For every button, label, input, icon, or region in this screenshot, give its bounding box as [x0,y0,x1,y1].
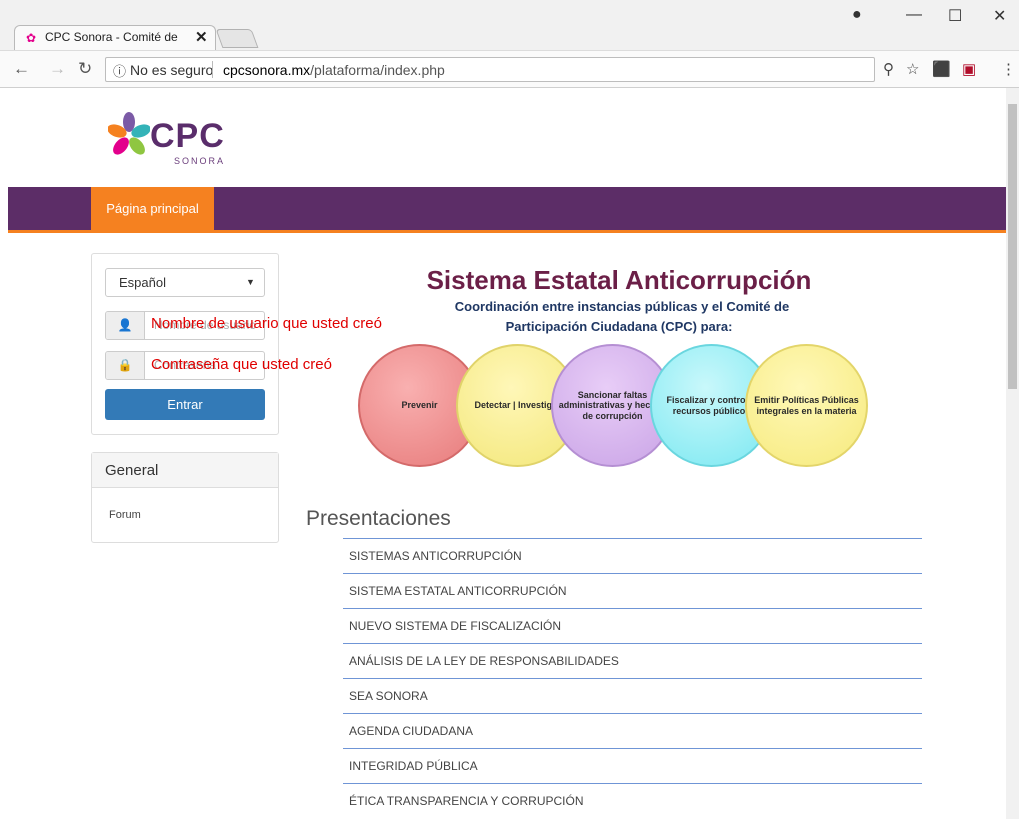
tab-title: CPC Sonora - Comité de [45,30,178,44]
presentation-item[interactable]: INTEGRIDAD PÚBLICA [343,748,922,782]
presentation-link[interactable]: SEA SONORA [349,689,428,703]
presentations-title: Presentaciones [306,507,451,530]
logo-petals-icon [108,112,150,155]
general-title: General [105,462,159,479]
extension-icon[interactable]: ▣ [962,60,976,78]
presentation-link[interactable]: AGENDA CIUDADANA [349,724,473,738]
presentation-link[interactable]: SISTEMA ESTATAL ANTICORRUPCIÓN [349,584,567,598]
zoom-icon[interactable]: ⚲ [883,60,894,78]
new-tab-button[interactable] [215,29,259,48]
presentation-item[interactable]: ÉTICA TRANSPARENCIA Y CORRUPCIÓN [343,783,922,817]
scrollbar-thumb[interactable] [1008,104,1017,389]
logo-subtext: SONORA [174,156,226,166]
banner-subtitle-1-text: Coordinación entre instancias públicas y… [454,299,790,314]
presentation-item[interactable]: ANÁLISIS DE LA LEY DE RESPONSABILIDADES [343,643,922,677]
address-bar[interactable]: ⓘ No es seguro cpcsonora.mx/plataforma/i… [105,57,875,82]
url-path: /plataforma/index.php [310,62,445,78]
security-label: No es seguro [130,62,214,78]
url-text: cpcsonora.mx/plataforma/index.php [223,62,445,78]
info-icon[interactable]: ⓘ [113,61,126,80]
site-favicon-icon: ✿ [26,31,37,45]
pdf-extension-icon[interactable]: ⬛ [932,60,951,78]
nav-home-link[interactable]: Página principal [91,187,214,230]
banner-subtitle-2-text: Participación Ciudadana (CPC) para: [505,319,733,334]
banner-subtitle-1: Coordinación entre instancias públicas y… [8,299,1006,314]
presentation-link[interactable]: NUEVO SISTEMA DE FISCALIZACIÓN [349,619,561,633]
minimize-icon[interactable]: — [906,6,922,24]
presentation-item[interactable]: AGENDA CIUDADANA [343,713,922,747]
presentation-link[interactable]: INTEGRIDAD PÚBLICA [349,759,478,773]
general-panel-header: General [92,453,278,488]
banner-title: Sistema Estatal Anticorrupción [8,265,1006,296]
presentation-item[interactable]: SISTEMAS ANTICORRUPCIÓN [343,538,922,572]
general-panel: General Forum [91,452,279,543]
presentation-link[interactable]: ANÁLISIS DE LA LEY DE RESPONSABILIDADES [349,654,619,668]
forward-icon[interactable]: → [49,59,66,79]
presentation-item[interactable]: NUEVO SISTEMA DE FISCALIZACIÓN [343,608,922,642]
maximize-icon[interactable]: ☐ [948,6,962,26]
bookmark-star-icon[interactable]: ☆ [906,60,919,78]
login-button[interactable]: Entrar [105,389,265,420]
presentation-item[interactable]: SEA SONORA [343,678,922,712]
reload-icon[interactable]: ↻ [78,59,92,79]
page-content: CPC SONORA Página principal Español ▼ 👤 … [8,88,1006,819]
url-host: cpcsonora.mx [223,62,311,78]
menu-dots-icon[interactable]: ⋮ [1001,60,1016,78]
presentation-link[interactable]: ÉTICA TRANSPARENCIA Y CORRUPCIÓN [349,794,584,808]
banner-title-text: Sistema Estatal Anticorrupción [426,265,812,295]
main-navbar: Página principal [8,187,1006,233]
lock-icon: 🔒 [106,352,145,379]
banner-subtitle-2: Participación Ciudadana (CPC) para: [8,319,1006,334]
presentation-item[interactable]: SISTEMA ESTATAL ANTICORRUPCIÓN [343,573,922,607]
forum-link[interactable]: Forum [109,509,141,521]
url-separator [212,61,213,78]
browser-title-bar: ✿ CPC Sonora - Comité de ✕ ● — ☐ ✕ [0,0,1019,50]
logo-text: CPC [150,117,225,155]
tab-close-icon[interactable]: ✕ [195,28,208,46]
back-icon[interactable]: ← [13,59,30,79]
browser-tab[interactable]: ✿ CPC Sonora - Comité de ✕ [14,25,216,50]
cpc-logo[interactable]: CPC SONORA [108,109,258,169]
page-scrollbar[interactable] [1006,88,1019,819]
circle-emitir: Emitir Políticas Públicas integrales en … [745,344,868,467]
password-annotation: Contraseña que usted creó [151,356,332,373]
close-window-icon[interactable]: ✕ [993,6,1006,26]
presentation-link[interactable]: SISTEMAS ANTICORRUPCIÓN [349,549,522,563]
profile-icon[interactable]: ● [852,6,862,24]
browser-toolbar: ← → ↻ ⓘ No es seguro cpcsonora.mx/plataf… [0,50,1019,88]
